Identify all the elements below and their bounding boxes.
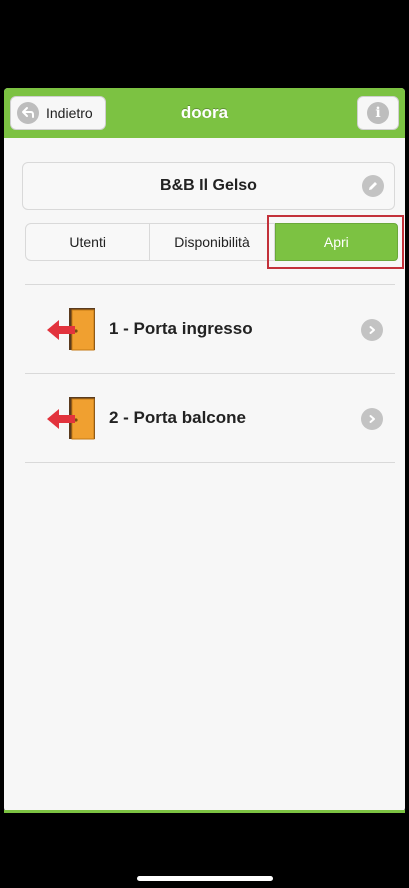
door-label: 2 - Porta balcone xyxy=(109,408,246,427)
info-icon: i xyxy=(367,102,389,124)
tab-apri-wrapper: Apri xyxy=(266,215,404,269)
page-title: doora xyxy=(180,103,229,122)
list-item[interactable]: 2 - Porta balcone xyxy=(25,374,395,463)
property-name: B&B Il Gelso xyxy=(160,177,257,194)
bottom-accent-line xyxy=(4,810,405,813)
property-header: B&B Il Gelso xyxy=(22,162,395,210)
home-indicator[interactable] xyxy=(137,876,273,881)
tab-apri[interactable]: Apri xyxy=(274,223,398,261)
back-button[interactable]: Indietro xyxy=(10,96,106,130)
chevron-right-icon xyxy=(361,408,383,430)
tab-utenti[interactable]: Utenti xyxy=(25,223,151,261)
app-screen: Indietro doora i B&B Il Gelso Utenti Dis… xyxy=(4,88,405,812)
pencil-icon[interactable] xyxy=(362,175,384,197)
door-exit-icon xyxy=(47,397,95,440)
chevron-right-icon xyxy=(361,319,383,341)
tab-bar: Utenti Disponibilità Apri xyxy=(25,215,404,269)
back-arrow-icon xyxy=(17,102,39,124)
door-label: 1 - Porta ingresso xyxy=(109,319,253,338)
back-button-label: Indietro xyxy=(46,105,93,121)
navbar: Indietro doora i xyxy=(4,88,405,138)
info-button[interactable]: i xyxy=(357,96,399,130)
tab-disponibilita[interactable]: Disponibilità xyxy=(150,223,275,261)
list-item[interactable]: 1 - Porta ingresso xyxy=(25,285,395,374)
door-list: 1 - Porta ingresso 2 - Porta balcone xyxy=(25,284,395,463)
door-exit-icon xyxy=(47,308,95,351)
